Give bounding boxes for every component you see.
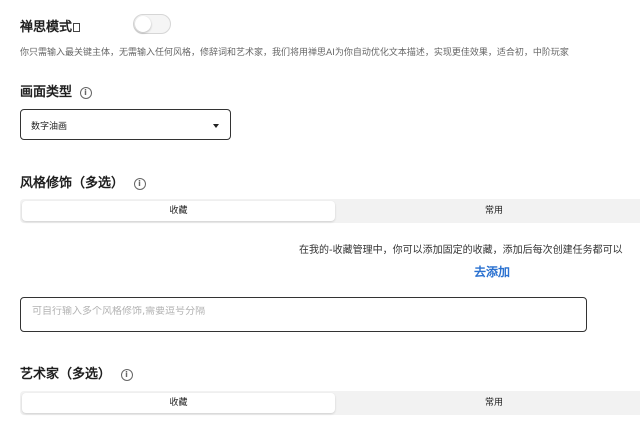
favorites-empty-note: 在我的-收藏管理中，你可以添加固定的收藏，添加后每次创建任务都可以 (299, 245, 623, 256)
info-icon[interactable]: i (133, 178, 146, 190)
tab-frequent[interactable]: 常用 (336, 201, 640, 221)
style-modifiers-title: 风格修饰（多选） i (20, 172, 146, 191)
tab-favorites[interactable]: 收藏 (22, 201, 335, 221)
artists-title: 艺术家（多选） i (20, 363, 133, 382)
artists-tabs: 收藏 常用 (20, 391, 640, 415)
toggle-knob (135, 16, 151, 32)
tab-favorites[interactable]: 收藏 (22, 393, 335, 413)
style-modifiers-title-text: 风格修饰（多选） (20, 176, 125, 191)
tab-frequent[interactable]: 常用 (336, 393, 640, 413)
caret-down-icon (213, 124, 219, 128)
image-type-selected-value: 数字油画 (31, 122, 68, 132)
info-icon[interactable]: i (120, 369, 133, 381)
zen-mode-description: 你只需输入最关键主体，无需输入任何风格，修辞词和艺术家，我们将用禅思AI为你自动… (20, 48, 569, 58)
zen-mode-toggle[interactable] (133, 14, 171, 34)
style-modifiers-input-box (20, 297, 587, 332)
zen-mode-title-text: 禅思模式 (20, 20, 73, 35)
image-type-select[interactable]: 数字油画 (20, 109, 231, 140)
help-icon (73, 23, 81, 32)
go-add-link[interactable]: 去添加 (474, 263, 510, 280)
artists-title-text: 艺术家（多选） (20, 367, 112, 382)
image-type-title: 画面类型 i (20, 81, 92, 100)
zen-mode-title: 禅思模式 (20, 16, 81, 35)
style-modifiers-tabs: 收藏 常用 (20, 199, 640, 223)
style-modifiers-input[interactable] (32, 306, 572, 317)
image-type-title-text: 画面类型 (20, 85, 73, 100)
info-icon[interactable]: i (79, 87, 92, 99)
